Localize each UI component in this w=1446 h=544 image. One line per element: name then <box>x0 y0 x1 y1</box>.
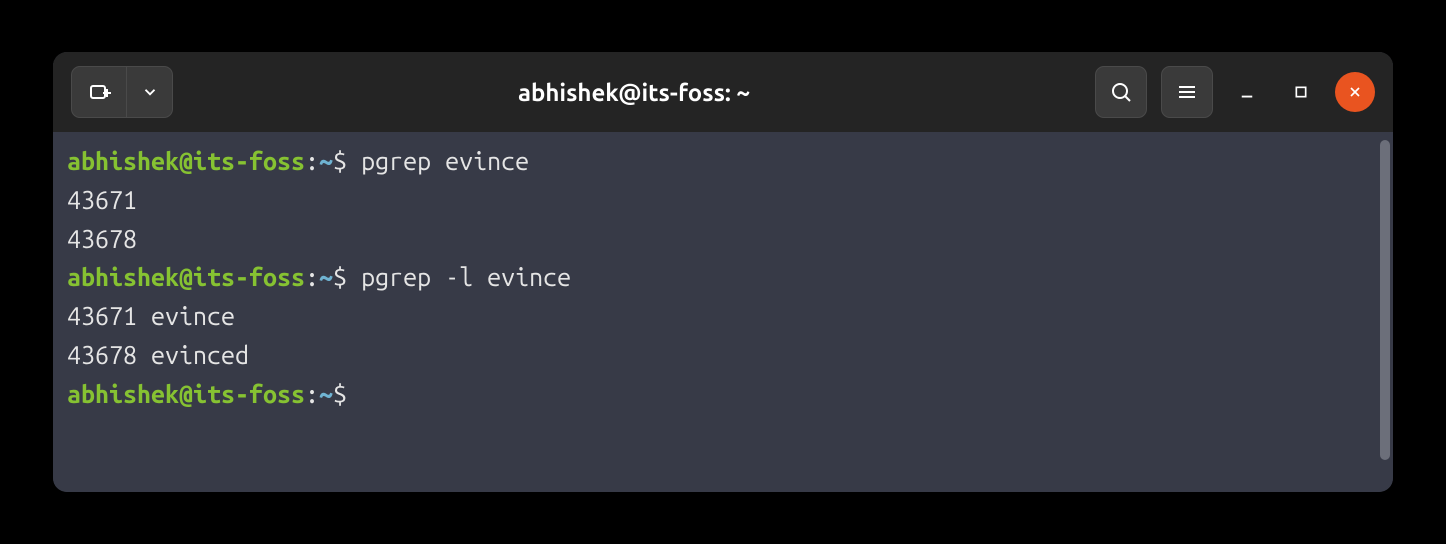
terminal-line: abhishek@its-foss:~$ pgrep evince <box>67 142 1379 181</box>
maximize-icon <box>1293 84 1309 100</box>
prompt-path: ~ <box>319 380 333 408</box>
terminal-line: abhishek@its-foss:~$ pgrep -l evince <box>67 258 1379 297</box>
new-tab-group <box>71 66 173 118</box>
terminal-body[interactable]: abhishek@its-foss:~$ pgrep evince 43671 … <box>53 132 1393 492</box>
command-text: pgrep -l evince <box>361 263 571 291</box>
prompt-symbol: $ <box>333 380 347 408</box>
minimize-icon <box>1238 83 1256 101</box>
new-tab-dropdown[interactable] <box>127 66 173 118</box>
output-line: 43671 evince <box>67 297 1379 336</box>
search-button[interactable] <box>1095 66 1147 118</box>
prompt-symbol: $ <box>333 263 347 291</box>
scrollbar-thumb[interactable] <box>1380 140 1390 460</box>
prompt-colon: : <box>305 263 319 291</box>
titlebar-actions <box>1095 66 1213 118</box>
prompt-user-host: abhishek@its-foss <box>67 147 305 175</box>
prompt-symbol: $ <box>333 147 347 175</box>
prompt-user-host: abhishek@its-foss <box>67 380 305 408</box>
chevron-down-icon <box>141 83 159 101</box>
prompt-path: ~ <box>319 263 333 291</box>
prompt-colon: : <box>305 380 319 408</box>
minimize-button[interactable] <box>1227 72 1267 112</box>
titlebar: abhishek@its-foss: ~ <box>53 52 1393 132</box>
search-icon <box>1109 80 1133 104</box>
close-button[interactable] <box>1335 72 1375 112</box>
output-line: 43678 evinced <box>67 336 1379 375</box>
titlebar-right <box>1095 66 1375 118</box>
output-line: 43671 <box>67 181 1379 220</box>
prompt-colon: : <box>305 147 319 175</box>
menu-button[interactable] <box>1161 66 1213 118</box>
terminal-line: abhishek@its-foss:~$ <box>67 375 1379 414</box>
prompt-path: ~ <box>319 147 333 175</box>
window-title: abhishek@its-foss: ~ <box>183 79 1085 106</box>
hamburger-icon <box>1175 80 1199 104</box>
maximize-button[interactable] <box>1281 72 1321 112</box>
new-tab-icon <box>87 80 111 104</box>
command-text: pgrep evince <box>361 147 529 175</box>
terminal-window: abhishek@its-foss: ~ <box>53 52 1393 492</box>
prompt-user-host: abhishek@its-foss <box>67 263 305 291</box>
output-line: 43678 <box>67 220 1379 259</box>
close-icon <box>1347 84 1363 100</box>
new-tab-button[interactable] <box>71 66 127 118</box>
